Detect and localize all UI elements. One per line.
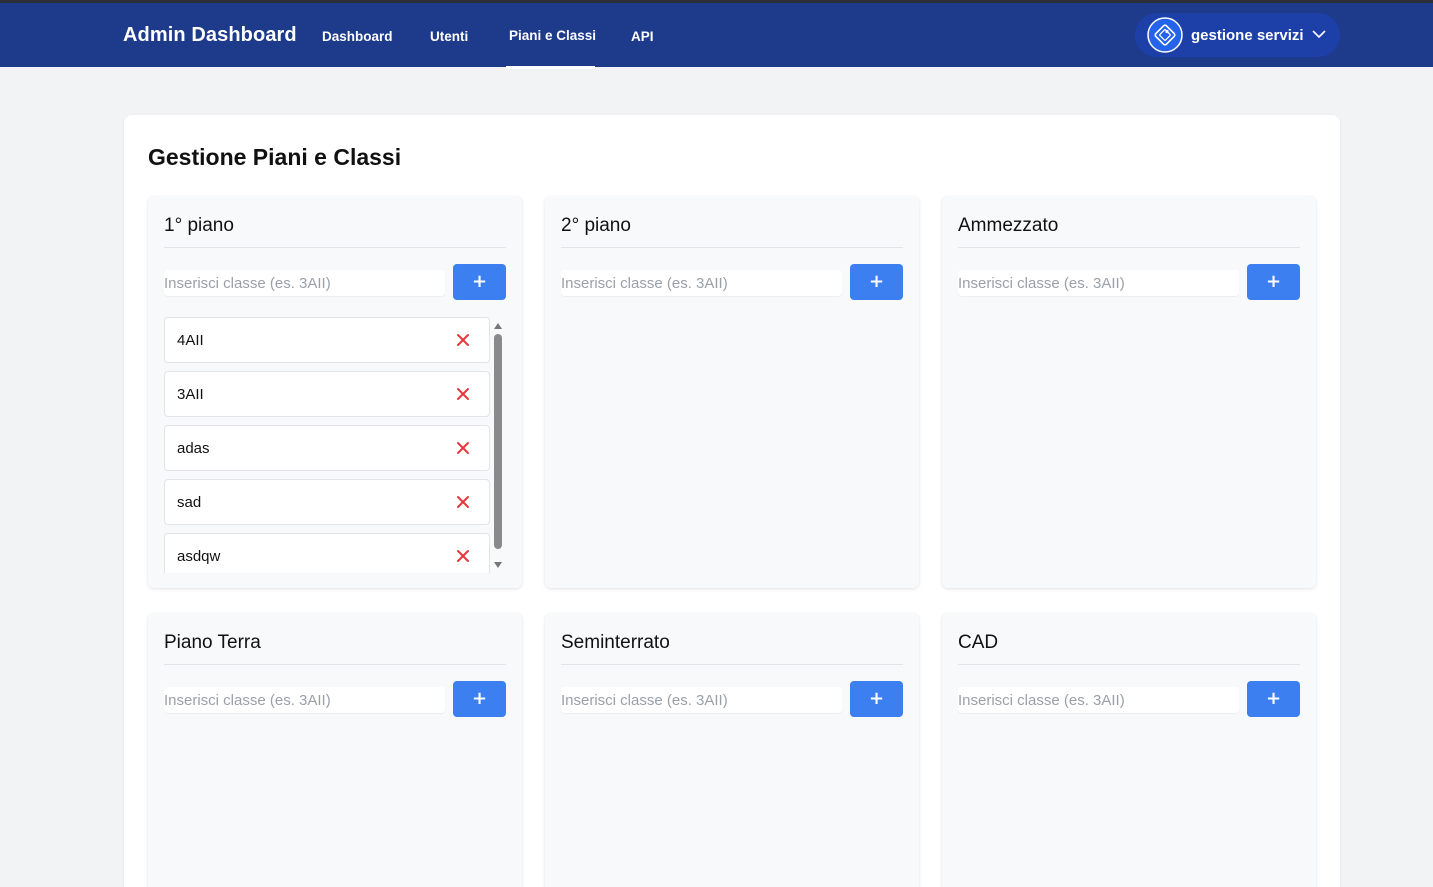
divider	[561, 247, 903, 248]
floor-title: CAD	[958, 632, 999, 653]
floor-card: CAD +	[942, 613, 1316, 887]
class-name: asdqw	[177, 548, 221, 565]
class-name: 3AII	[177, 386, 204, 403]
divider	[164, 247, 506, 248]
user-menu-button[interactable]: gestione servizi	[1135, 13, 1340, 57]
add-class-button[interactable]: +	[850, 264, 903, 300]
add-class-button[interactable]: +	[850, 681, 903, 717]
delete-class-icon[interactable]	[455, 386, 471, 402]
navbar: Admin Dashboard Dashboard Utenti Piani e…	[0, 3, 1433, 69]
class-list-item: 3AII	[164, 371, 490, 417]
scrollbar-thumb[interactable]	[494, 334, 502, 549]
scroll-up-arrow-icon[interactable]	[493, 322, 503, 330]
divider	[958, 664, 1300, 665]
class-input[interactable]	[958, 687, 1239, 713]
floor-title: Seminterrato	[561, 632, 670, 653]
floor-title: 1° piano	[164, 215, 234, 236]
class-input[interactable]	[561, 270, 842, 296]
divider	[164, 664, 506, 665]
scroll-down-arrow-icon[interactable]	[493, 561, 503, 569]
class-name: sad	[177, 494, 202, 511]
service-badge-icon	[1147, 17, 1183, 53]
add-class-button[interactable]: +	[1247, 681, 1300, 717]
add-class-button[interactable]: +	[1247, 264, 1300, 300]
nav-link-dashboard[interactable]: Dashboard	[322, 29, 393, 44]
brand-title: Admin Dashboard	[123, 24, 297, 46]
floor-title: Ammezzato	[958, 215, 1059, 236]
delete-class-icon[interactable]	[455, 332, 471, 348]
class-list-item: sad	[164, 479, 490, 525]
class-input[interactable]	[958, 270, 1239, 296]
class-input[interactable]	[164, 270, 445, 296]
class-list-item: asdqw	[164, 533, 490, 573]
add-class-button[interactable]: +	[453, 681, 506, 717]
class-list-item: adas	[164, 425, 490, 471]
delete-class-icon[interactable]	[455, 548, 471, 564]
class-input[interactable]	[561, 687, 842, 713]
delete-class-icon[interactable]	[455, 440, 471, 456]
floor-title: 2° piano	[561, 215, 631, 236]
class-input[interactable]	[164, 687, 445, 713]
nav-link-piani-classi[interactable]: Piani e Classi	[509, 28, 596, 43]
floor-card: 2° piano +	[545, 196, 919, 588]
delete-class-icon[interactable]	[455, 494, 471, 510]
floor-card: Ammezzato +	[942, 196, 1316, 588]
floor-card: 1° piano + 4AII 3AII adas sad asdqw	[148, 196, 522, 588]
divider	[561, 664, 903, 665]
floor-card: Piano Terra +	[148, 613, 522, 887]
nav-link-api[interactable]: API	[631, 29, 654, 44]
add-class-button[interactable]: +	[453, 264, 506, 300]
page-title: Gestione Piani e Classi	[148, 144, 402, 170]
divider	[958, 247, 1300, 248]
chevron-down-icon	[1312, 30, 1326, 39]
user-menu-label: gestione servizi	[1191, 27, 1304, 44]
class-name: adas	[177, 440, 210, 457]
floor-title: Piano Terra	[164, 632, 261, 653]
class-list: 4AII 3AII adas sad asdqw	[164, 317, 490, 573]
class-list-item: 4AII	[164, 317, 490, 363]
active-tab-indicator	[506, 66, 595, 69]
floors-panel: Gestione Piani e Classi 1° piano + 4AII …	[124, 115, 1340, 887]
class-name: 4AII	[177, 332, 204, 349]
floor-card: Seminterrato +	[545, 613, 919, 887]
nav-link-utenti[interactable]: Utenti	[430, 29, 468, 44]
